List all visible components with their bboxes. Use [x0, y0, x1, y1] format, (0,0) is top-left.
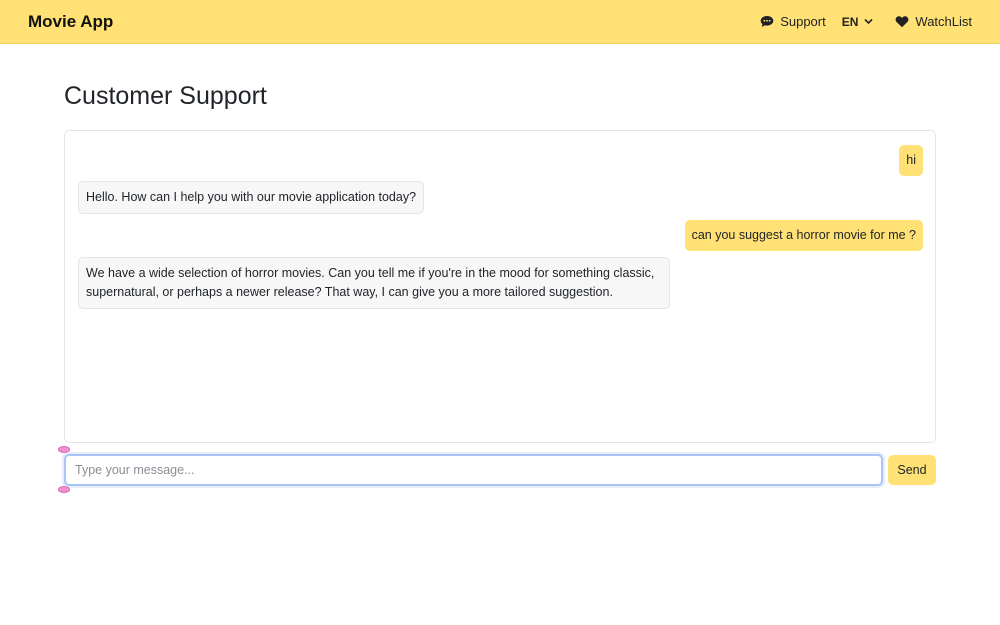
chevron-down-icon — [861, 15, 875, 29]
brand-logo[interactable]: Movie App — [28, 12, 113, 32]
message-input[interactable] — [64, 454, 883, 486]
selection-handle-bottom[interactable] — [58, 486, 70, 493]
bot-message: Hello. How can I help you with our movie… — [78, 181, 425, 214]
nav-watchlist-link[interactable]: WatchList — [895, 14, 972, 29]
message-composer: Send — [64, 454, 936, 486]
page-title: Customer Support — [64, 82, 267, 110]
send-button[interactable]: Send — [888, 455, 936, 485]
nav-watchlist-label: WatchList — [915, 14, 972, 29]
chat-history[interactable]: hi Hello. How can I help you with our mo… — [64, 130, 936, 443]
heart-icon — [895, 15, 909, 29]
nav-links: Support EN WatchList — [760, 14, 972, 29]
bot-message: We have a wide selection of horror movie… — [78, 257, 670, 309]
user-message: can you suggest a horror movie for me ? — [684, 220, 923, 251]
language-dropdown[interactable]: EN — [842, 15, 876, 29]
nav-support-link[interactable]: Support — [760, 14, 826, 29]
nav-support-label: Support — [780, 14, 826, 29]
user-message: hi — [899, 145, 923, 176]
language-label: EN — [841, 14, 859, 29]
selection-handle-top[interactable] — [58, 446, 70, 453]
navbar: Movie App Support EN WatchList — [0, 0, 1000, 44]
chat-bubble-icon — [760, 15, 774, 29]
